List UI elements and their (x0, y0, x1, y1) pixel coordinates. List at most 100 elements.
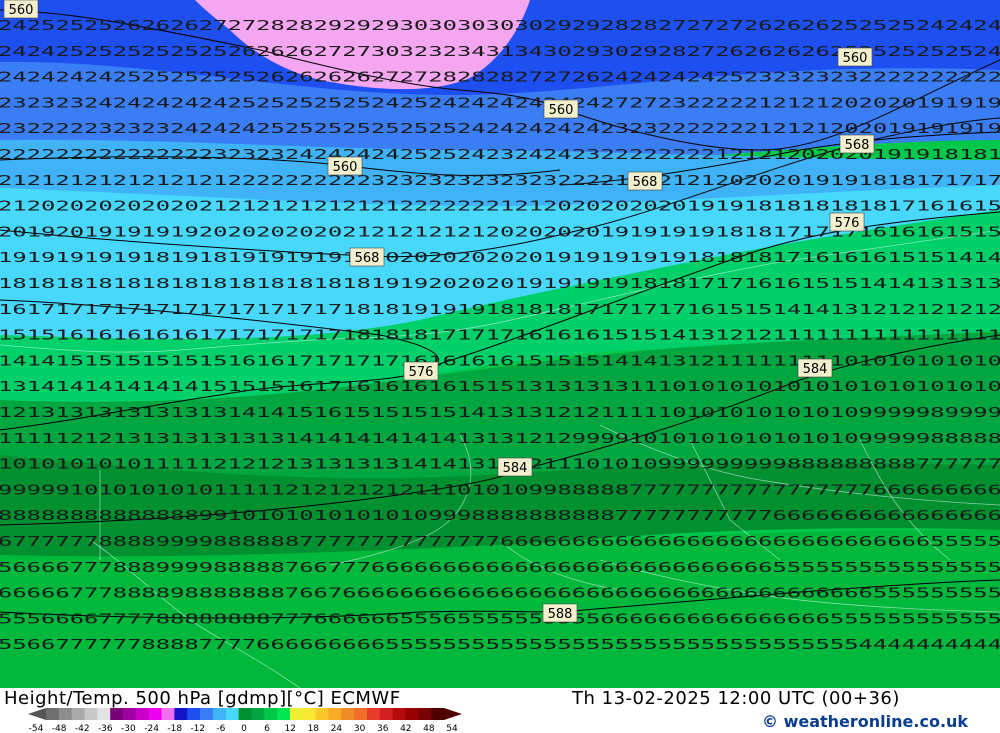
isotherm-row: 5666677788899998888876677766666666666666… (0, 561, 1000, 576)
svg-text:560: 560 (9, 3, 34, 18)
scale-tick-label: 24 (331, 724, 343, 732)
contour-label: 568 (349, 247, 385, 267)
scale-tick-label: -6 (216, 724, 225, 732)
scale-tick-label: 30 (354, 724, 366, 732)
scale-swatch (315, 708, 329, 720)
scale-swatch (71, 708, 85, 720)
svg-text:576: 576 (835, 216, 860, 231)
isotherm-row: 1818181818181818181818181819192020201919… (0, 277, 1000, 292)
map-footer: Height/Temp. 500 hPa [gdmp][°C] ECMWF Th… (0, 688, 1000, 733)
temperature-color-scale: -54 -48 -42 -36 -30 -24 -18 -12 -6 0 6 12 18 24 30 36 42… (28, 708, 462, 732)
scale-tick-label: 48 (423, 724, 435, 732)
contour-label: 560 (3, 0, 39, 19)
scale-tick-label: 6 (264, 724, 270, 732)
scale-swatch (58, 708, 73, 720)
svg-text:584: 584 (503, 461, 528, 476)
isotherm-row: 1213131313131313141415161515151514131312… (0, 406, 1000, 421)
isotherm-row: 6777777888899998888887777777777777766666… (0, 535, 1000, 550)
scale-tick-label: -18 (167, 724, 182, 732)
scale-tick-label: 54 (446, 724, 458, 732)
svg-text:588: 588 (548, 607, 573, 622)
scale-swatch (328, 708, 342, 720)
isotherm-row: 1314141414141415151516171616161615151313… (0, 380, 1000, 395)
scale-swatch (110, 708, 124, 720)
scale-swatch (354, 708, 368, 720)
scale-swatch (123, 708, 137, 720)
isotherm-row: 8888888888888899101010101010109998888888… (0, 509, 1000, 524)
svg-text:560: 560 (333, 160, 358, 175)
scale-tick-label: 36 (377, 724, 389, 732)
isotherm-row: 2323232424242424252525252524252424242424… (0, 96, 1000, 111)
contour-label: 568 (839, 134, 875, 154)
isotherm-row: 1111121213131313131314141414141413131212… (0, 432, 1000, 447)
contour-label: 576 (403, 361, 439, 381)
weather-map: 2425252526262627272828292929303030303029… (0, 0, 1000, 688)
scale-swatch (238, 708, 252, 720)
site-credit[interactable]: © weatheronline.co.uk (762, 712, 968, 731)
scale-swatch (212, 708, 227, 720)
scale-swatch (251, 708, 265, 720)
scale-tick-label: -12 (190, 724, 205, 732)
contour-label: 584 (497, 457, 533, 477)
isotherm-row: 6666677788889888888876676666666666666666… (0, 587, 1000, 602)
scale-swatch (264, 708, 278, 720)
isotherm-row: 5556666777788888888777666666555655555555… (0, 612, 1000, 627)
scale-swatch (200, 708, 214, 720)
isotherm-row: 5566777777888877776666666665555555555555… (0, 638, 1000, 653)
scale-swatch (431, 708, 445, 720)
scale-tick-label: -24 (144, 724, 159, 732)
isotherm-row: 1617171717171717171717171818191919181818… (0, 303, 1000, 318)
scale-swatch (225, 708, 239, 720)
contour-label: 560 (327, 156, 363, 176)
scale-tick-label: -36 (98, 724, 113, 732)
svg-text:560: 560 (549, 103, 574, 118)
scale-arrow-left-icon (28, 708, 46, 720)
svg-text:576: 576 (409, 365, 434, 380)
scale-tick-label: 0 (241, 724, 247, 732)
site-credit-text: weatheronline.co.uk (783, 712, 969, 731)
scale-swatch (418, 708, 432, 720)
svg-text:568: 568 (633, 175, 658, 190)
scale-swatch (174, 708, 188, 720)
scale-tick-label: -42 (75, 724, 90, 732)
isotherm-row: 2120202020202021212121212121222222212120… (0, 200, 1000, 215)
contour-label: 568 (627, 171, 663, 191)
scale-swatch (46, 708, 60, 720)
contour-label: 584 (797, 358, 833, 378)
scale-swatch (289, 708, 304, 720)
contour-label: 560 (837, 47, 873, 67)
scale-tick-label: -48 (52, 724, 67, 732)
scale-swatch (302, 708, 317, 720)
isotherm-row: 9999910101010101111121212121211101010998… (0, 483, 1000, 498)
svg-text:568: 568 (355, 251, 380, 266)
copyright-icon: © (762, 712, 778, 731)
scale-swatch (392, 708, 406, 720)
scale-tick-label: -30 (121, 724, 136, 732)
isotherm-row: 2121212121212121222222222232323232323232… (0, 174, 1000, 189)
svg-text:560: 560 (843, 51, 868, 66)
scale-swatch (277, 708, 291, 720)
scale-tick-label: 42 (400, 724, 411, 732)
isotherm-row: 2424242425252525252626262627272828282727… (0, 71, 1000, 86)
scale-swatch (161, 708, 175, 720)
scale-swatch (84, 708, 98, 720)
scale-swatch (97, 708, 111, 720)
scale-swatch (148, 708, 162, 720)
contour-label: 588 (542, 603, 578, 623)
scale-swatch (366, 708, 381, 720)
scale-swatch (379, 708, 394, 720)
isotherm-row: 1919191919181918191919191920202020202019… (0, 251, 1000, 266)
valid-time: Th 13-02-2025 12:00 UTC (00+36) (572, 688, 900, 709)
scale-swatch (341, 708, 355, 720)
scale-swatch (405, 708, 419, 720)
map-title: Height/Temp. 500 hPa [gdmp][°C] ECMWF (4, 688, 401, 709)
scale-swatch (187, 708, 201, 720)
isotherm-row: 2425252526262627272828292929303030303029… (0, 19, 1000, 34)
svg-text:568: 568 (845, 138, 870, 153)
svg-text:584: 584 (803, 362, 828, 377)
scale-tick-label: 12 (284, 724, 295, 732)
scale-arrow-right-icon (444, 708, 462, 720)
isotherm-row: 1414151515151515161617171717161616161515… (0, 354, 1000, 369)
contour-label: 576 (829, 212, 865, 232)
scale-tick-label: -54 (29, 724, 44, 732)
